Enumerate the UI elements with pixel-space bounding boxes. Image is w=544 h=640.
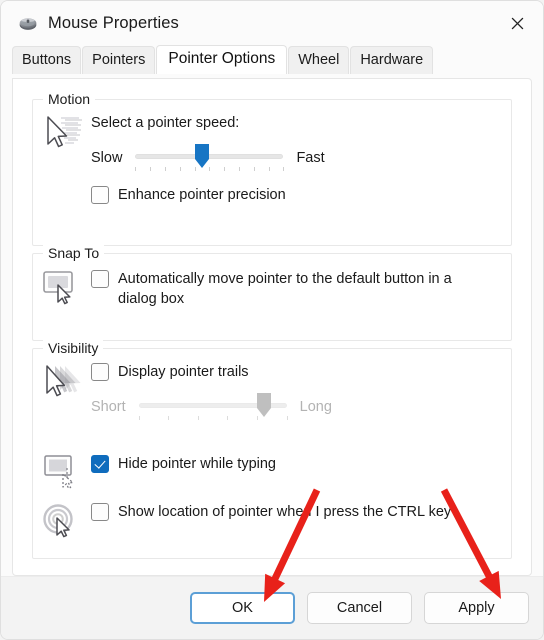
hide-typing-checkbox[interactable]	[91, 455, 109, 473]
cancel-button[interactable]: Cancel	[307, 592, 412, 624]
tab-strip: Buttons Pointers Pointer Options Wheel H…	[1, 45, 543, 74]
motion-group-title: Motion	[43, 91, 96, 107]
tab-buttons[interactable]: Buttons	[12, 46, 82, 74]
visibility-group-title: Visibility	[43, 340, 104, 356]
visibility-group: Visibility Display pointer trails Short …	[32, 340, 512, 559]
enhance-precision-row[interactable]: Enhance pointer precision	[91, 185, 325, 205]
window-title: Mouse Properties	[48, 13, 179, 32]
close-icon[interactable]	[497, 8, 537, 38]
trails-thumb	[256, 393, 272, 418]
mouse-icon	[17, 12, 39, 34]
snap-to-group-title: Snap To	[43, 245, 105, 261]
hide-typing-row[interactable]: Hide pointer while typing	[91, 452, 276, 492]
display-trails-checkbox[interactable]	[91, 363, 109, 381]
hide-pointer-typing-icon	[35, 452, 91, 492]
snap-to-checkbox[interactable]	[91, 270, 109, 288]
pointer-trails-icon	[35, 361, 91, 420]
snap-to-group: Snap To Automatically move pointer to th…	[32, 245, 512, 341]
pointer-speed-icon	[35, 112, 91, 205]
tab-hardware[interactable]: Hardware	[350, 46, 434, 74]
pointer-speed-label: Select a pointer speed:	[91, 115, 240, 131]
apply-button[interactable]: Apply	[424, 592, 529, 624]
enhance-precision-label: Enhance pointer precision	[118, 187, 286, 203]
display-trails-row[interactable]: Display pointer trails	[91, 362, 332, 382]
ok-button[interactable]: OK	[190, 592, 295, 624]
display-trails-label: Display pointer trails	[118, 364, 249, 380]
tab-pointers[interactable]: Pointers	[82, 46, 156, 74]
tab-wheel[interactable]: Wheel	[288, 46, 350, 74]
enhance-precision-checkbox[interactable]	[91, 186, 109, 204]
hide-typing-label: Hide pointer while typing	[118, 456, 276, 472]
pointer-options-panel: Motion Select a pointer speed: Slow Fast…	[12, 78, 532, 576]
title-bar: Mouse Properties	[1, 1, 543, 45]
show-location-checkbox[interactable]	[91, 503, 109, 521]
pointer-speed-min-label: Slow	[91, 150, 123, 166]
trails-length-slider: Short Long	[91, 393, 332, 420]
snap-to-button-icon	[35, 267, 91, 309]
trails-max-label: Long	[299, 399, 332, 415]
show-pointer-location-icon	[35, 500, 91, 540]
pointer-speed-thumb[interactable]	[194, 144, 210, 169]
dialog-button-bar: OK Cancel Apply	[1, 576, 543, 639]
pointer-speed-slider[interactable]: Slow Fast	[91, 144, 325, 171]
motion-group: Motion Select a pointer speed: Slow Fast…	[32, 91, 512, 246]
tab-pointer-options[interactable]: Pointer Options	[156, 45, 288, 74]
show-location-row[interactable]: Show location of pointer when I press th…	[91, 500, 451, 540]
snap-to-row[interactable]: Automatically move pointer to the defaul…	[91, 267, 478, 309]
show-location-label: Show location of pointer when I press th…	[118, 504, 452, 520]
pointer-speed-max-label: Fast	[296, 150, 325, 166]
trails-min-label: Short	[91, 399, 126, 415]
snap-to-label: Automatically move pointer to the defaul…	[118, 271, 452, 307]
mouse-properties-dialog: Mouse Properties Buttons Pointers Pointe…	[0, 0, 544, 640]
